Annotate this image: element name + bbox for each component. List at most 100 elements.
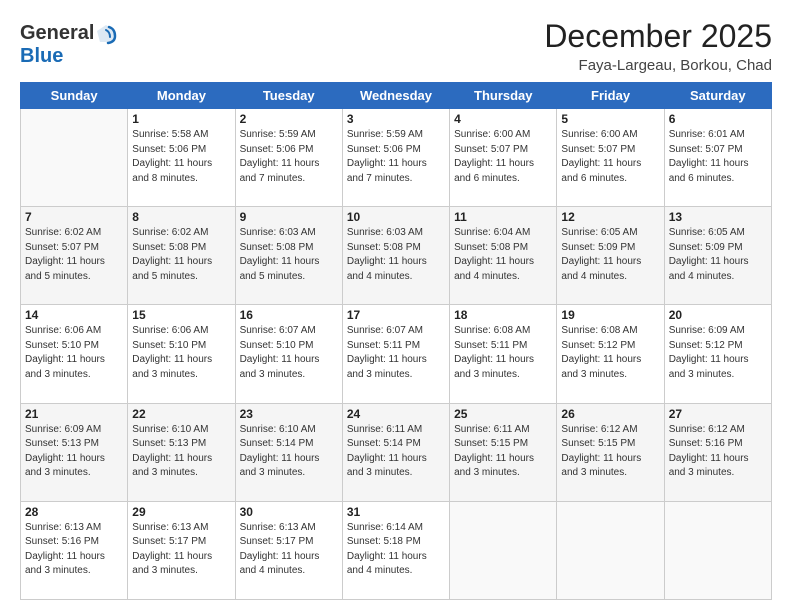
day-detail: Sunrise: 6:02 AMSunset: 5:07 PMDaylight:… [25,226,123,284]
table-row: 18 Sunrise: 6:08 AMSunset: 5:11 PMDayligh… [450,305,557,403]
day-detail: Sunrise: 6:08 AMSunset: 5:11 PMDaylight:… [454,324,552,382]
table-row [664,501,771,599]
day-detail: Sunrise: 5:59 AMSunset: 5:06 PMDaylight:… [347,128,445,186]
day-number: 24 [347,407,445,421]
day-number: 6 [669,112,767,126]
day-number: 17 [347,308,445,322]
table-row: 28 Sunrise: 6:13 AMSunset: 5:16 PMDayligh… [21,501,128,599]
location: Faya-Largeau, Borkou, Chad [544,57,772,74]
header: General Blue December 2025 Faya-Largeau,… [20,18,772,74]
day-number: 20 [669,308,767,322]
logo-blue: Blue [20,45,63,67]
col-sunday: Sunday [21,83,128,109]
day-detail: Sunrise: 6:03 AMSunset: 5:08 PMDaylight:… [347,226,445,284]
day-number: 28 [25,505,123,519]
day-number: 11 [454,210,552,224]
day-number: 2 [240,112,338,126]
month-title: December 2025 [544,18,772,55]
day-detail: Sunrise: 6:02 AMSunset: 5:08 PMDaylight:… [132,226,230,284]
day-detail: Sunrise: 6:05 AMSunset: 5:09 PMDaylight:… [669,226,767,284]
title-block: December 2025 Faya-Largeau, Borkou, Chad [544,18,772,74]
day-number: 5 [561,112,659,126]
table-row: 25 Sunrise: 6:11 AMSunset: 5:15 PMDayligh… [450,403,557,501]
table-row: 17 Sunrise: 6:07 AMSunset: 5:11 PMDayligh… [342,305,449,403]
day-number: 4 [454,112,552,126]
table-row: 14Sunrise: 6:06 AMSunset: 5:10 PMDayligh… [21,305,128,403]
col-wednesday: Wednesday [342,83,449,109]
day-detail: Sunrise: 5:58 AMSunset: 5:06 PMDaylight:… [132,128,230,186]
col-saturday: Saturday [664,83,771,109]
day-number: 1 [132,112,230,126]
day-number: 18 [454,308,552,322]
table-row: 27 Sunrise: 6:12 AMSunset: 5:16 PMDayligh… [664,403,771,501]
table-row: 26Sunrise: 6:12 AMSunset: 5:15 PMDayligh… [557,403,664,501]
table-row [557,501,664,599]
day-number: 3 [347,112,445,126]
day-detail: Sunrise: 6:12 AMSunset: 5:16 PMDaylight:… [669,423,767,481]
day-number: 23 [240,407,338,421]
day-number: 27 [669,407,767,421]
day-detail: Sunrise: 6:10 AMSunset: 5:13 PMDaylight:… [132,423,230,481]
day-number: 31 [347,505,445,519]
table-row: 9Sunrise: 6:03 AMSunset: 5:08 PMDaylight… [235,207,342,305]
day-detail: Sunrise: 5:59 AMSunset: 5:06 PMDaylight:… [240,128,338,186]
table-row: 4 Sunrise: 6:00 AMSunset: 5:07 PMDaylight… [450,109,557,207]
table-row: 10 Sunrise: 6:03 AMSunset: 5:08 PMDayligh… [342,207,449,305]
table-row: 21Sunrise: 6:09 AMSunset: 5:13 PMDayligh… [21,403,128,501]
day-detail: Sunrise: 6:06 AMSunset: 5:10 PMDaylight:… [132,324,230,382]
table-row: 23 Sunrise: 6:10 AMSunset: 5:14 PMDayligh… [235,403,342,501]
table-row: 24 Sunrise: 6:11 AMSunset: 5:14 PMDayligh… [342,403,449,501]
day-number: 25 [454,407,552,421]
table-row: 30Sunrise: 6:13 AMSunset: 5:17 PMDayligh… [235,501,342,599]
day-detail: Sunrise: 6:00 AMSunset: 5:07 PMDaylight:… [561,128,659,186]
day-detail: Sunrise: 6:13 AMSunset: 5:16 PMDaylight:… [25,521,123,579]
logo-icon [95,23,117,45]
calendar-week-row: 28 Sunrise: 6:13 AMSunset: 5:16 PMDayligh… [21,501,772,599]
day-number: 10 [347,210,445,224]
calendar-table: Sunday Monday Tuesday Wednesday Thursday… [20,82,772,600]
logo-general: General [20,22,94,44]
day-detail: Sunrise: 6:09 AMSunset: 5:12 PMDaylight:… [669,324,767,382]
table-row: 1 Sunrise: 5:58 AMSunset: 5:06 PMDaylight… [128,109,235,207]
table-row [21,109,128,207]
day-number: 22 [132,407,230,421]
day-number: 26 [561,407,659,421]
col-friday: Friday [557,83,664,109]
day-detail: Sunrise: 6:10 AMSunset: 5:14 PMDaylight:… [240,423,338,481]
day-number: 13 [669,210,767,224]
table-row: 29Sunrise: 6:13 AMSunset: 5:17 PMDayligh… [128,501,235,599]
day-number: 21 [25,407,123,421]
day-number: 19 [561,308,659,322]
day-number: 29 [132,505,230,519]
day-detail: Sunrise: 6:08 AMSunset: 5:12 PMDaylight:… [561,324,659,382]
calendar-week-row: 21Sunrise: 6:09 AMSunset: 5:13 PMDayligh… [21,403,772,501]
day-detail: Sunrise: 6:06 AMSunset: 5:10 PMDaylight:… [25,324,123,382]
day-detail: Sunrise: 6:04 AMSunset: 5:08 PMDaylight:… [454,226,552,284]
table-row: 31Sunrise: 6:14 AMSunset: 5:18 PMDayligh… [342,501,449,599]
day-detail: Sunrise: 6:00 AMSunset: 5:07 PMDaylight:… [454,128,552,186]
table-row: 20 Sunrise: 6:09 AMSunset: 5:12 PMDayligh… [664,305,771,403]
day-number: 12 [561,210,659,224]
table-row: 11 Sunrise: 6:04 AMSunset: 5:08 PMDayligh… [450,207,557,305]
page: General Blue December 2025 Faya-Largeau,… [0,0,792,612]
calendar-header-row: Sunday Monday Tuesday Wednesday Thursday… [21,83,772,109]
logo: General Blue [20,22,117,67]
table-row: 6Sunrise: 6:01 AMSunset: 5:07 PMDaylight… [664,109,771,207]
day-number: 8 [132,210,230,224]
day-number: 30 [240,505,338,519]
day-detail: Sunrise: 6:11 AMSunset: 5:14 PMDaylight:… [347,423,445,481]
calendar-week-row: 14Sunrise: 6:06 AMSunset: 5:10 PMDayligh… [21,305,772,403]
table-row: 16Sunrise: 6:07 AMSunset: 5:10 PMDayligh… [235,305,342,403]
day-detail: Sunrise: 6:07 AMSunset: 5:11 PMDaylight:… [347,324,445,382]
table-row: 19 Sunrise: 6:08 AMSunset: 5:12 PMDayligh… [557,305,664,403]
day-detail: Sunrise: 6:07 AMSunset: 5:10 PMDaylight:… [240,324,338,382]
day-detail: Sunrise: 6:11 AMSunset: 5:15 PMDaylight:… [454,423,552,481]
calendar-week-row: 7 Sunrise: 6:02 AMSunset: 5:07 PMDaylight… [21,207,772,305]
day-detail: Sunrise: 6:03 AMSunset: 5:08 PMDaylight:… [240,226,338,284]
day-number: 7 [25,210,123,224]
col-tuesday: Tuesday [235,83,342,109]
day-detail: Sunrise: 6:05 AMSunset: 5:09 PMDaylight:… [561,226,659,284]
col-monday: Monday [128,83,235,109]
col-thursday: Thursday [450,83,557,109]
day-number: 15 [132,308,230,322]
